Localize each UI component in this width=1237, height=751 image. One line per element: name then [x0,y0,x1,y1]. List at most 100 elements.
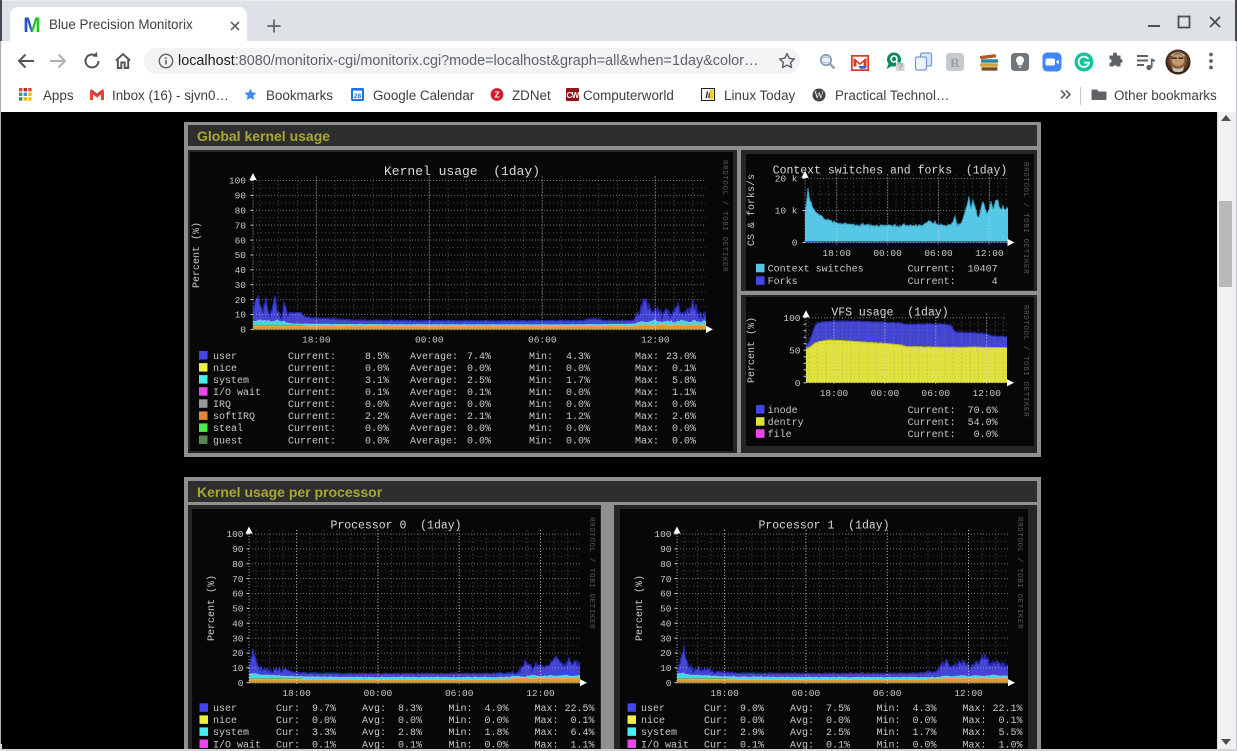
svg-text:0.0%: 0.0% [566,400,590,411]
svg-text:80: 80 [660,559,672,570]
svg-text:Min:: Min: [529,387,553,399]
svg-text:Max:: Max: [963,716,987,727]
svg-text:Max:: Max: [635,400,659,411]
svg-text:Max:: Max: [963,704,987,715]
svg-text:Current:: Current: [908,418,956,429]
svg-text:0.0%: 0.0% [566,424,590,435]
svg-text:80: 80 [235,206,247,217]
svg-text:Processor 0 (1day): Processor 0 (1day) [330,520,461,533]
svg-text:0.0%: 0.0% [467,400,491,411]
svg-text:Min:: Min: [529,375,553,387]
svg-text:2.6%: 2.6% [672,412,696,423]
svg-text:RRDTOOL / TOBI OETIKER: RRDTOOL / TOBI OETIKER [1015,517,1023,629]
svg-text:10407: 10407 [968,265,998,276]
svg-text:10: 10 [232,663,244,674]
svg-text:06:00: 06:00 [922,388,951,399]
svg-text:Current:: Current: [288,388,336,399]
svg-text:4.3%: 4.3% [566,352,590,363]
svg-text:RRDTOOL / TOBI OETIKER: RRDTOOL / TOBI OETIKER [1021,162,1029,274]
svg-text:Current:: Current: [288,400,336,411]
svg-text:0.1%: 0.1% [467,388,491,399]
svg-text:2.2%: 2.2% [365,412,389,423]
svg-text:Forks: Forks [768,276,798,288]
svg-text:30: 30 [235,280,247,291]
svg-text:Min:: Min: [449,727,473,739]
svg-text:70: 70 [232,574,244,585]
svg-text:Current:: Current: [908,430,956,441]
svg-text:steal: steal [213,423,243,435]
svg-text:0.1%: 0.1% [365,388,389,399]
svg-text:Min:: Min: [449,715,473,727]
svg-text:40: 40 [660,618,672,629]
svg-text:RRDTOOL / TOBI OETIKER: RRDTOOL / TOBI OETIKER [720,160,728,272]
svg-text:inode: inode [768,405,798,417]
svg-text:Avg:: Avg: [362,704,386,715]
svg-text:90: 90 [660,544,672,555]
svg-text:Current:: Current: [908,406,956,417]
svg-text:softIRQ: softIRQ [213,411,255,423]
svg-text:user: user [641,704,665,715]
svg-text:0.0%: 0.0% [672,400,696,411]
svg-text:4.3%: 4.3% [912,704,936,715]
svg-text:Min:: Min: [877,703,901,715]
svg-text:0: 0 [238,678,244,689]
svg-text:Average:: Average: [410,412,458,423]
svg-text:18:00: 18:00 [282,688,311,699]
svg-text:Min:: Min: [529,435,553,447]
svg-text:Avg:: Avg: [362,716,386,727]
svg-text:Max:: Max: [535,704,559,715]
svg-text:Max:: Max: [635,352,659,363]
svg-text:I/O wait: I/O wait [213,387,261,399]
svg-text:90: 90 [235,191,247,202]
svg-text:Processor 1 (1day): Processor 1 (1day) [758,520,889,533]
svg-text:1.7%: 1.7% [566,376,590,387]
svg-text:30: 30 [660,633,672,644]
svg-text:Cur:: Cur: [704,716,728,727]
svg-text:Current:: Current: [288,436,336,447]
svg-text:0.0%: 0.0% [467,424,491,435]
svg-text:Min:: Min: [529,411,553,423]
svg-text:100: 100 [783,313,800,324]
svg-text:28: 28 [354,93,362,100]
svg-text:00:00: 00:00 [792,688,821,699]
svg-text:Cur:: Cur: [276,716,300,727]
svg-text:Avg:: Avg: [790,728,814,739]
svg-text:Current:: Current: [288,376,336,387]
svg-text:100: 100 [229,176,246,187]
svg-text:40: 40 [235,265,247,276]
svg-text:3.3%: 3.3% [312,728,336,739]
svg-text:20: 20 [235,295,247,306]
svg-text:1.8%: 1.8% [484,728,508,739]
svg-text:Average:: Average: [410,376,458,387]
svg-text:Average:: Average: [410,424,458,435]
svg-text:Min:: Min: [529,423,553,435]
svg-text:Cur:: Cur: [276,728,300,739]
svg-text:Percent (%): Percent (%) [206,575,218,641]
svg-text:12:00: 12:00 [641,335,670,346]
svg-text:dentry: dentry [768,417,804,429]
svg-text:Avg:: Avg: [790,704,814,715]
svg-text:9.0%: 9.0% [740,704,764,715]
svg-text:0.0%: 0.0% [467,436,491,447]
svg-text:system: system [213,728,249,739]
svg-text:10: 10 [660,663,672,674]
svg-text:Min:: Min: [449,703,473,715]
svg-text:system: system [641,728,677,739]
svg-text:file: file [768,429,792,441]
svg-text:user: user [213,704,237,715]
svg-text:0.1%: 0.1% [998,716,1022,727]
svg-text:W: W [814,91,824,102]
svg-text:0: 0 [795,378,801,389]
svg-text:Percent (%): Percent (%) [634,575,646,641]
svg-text:R: R [950,55,960,70]
svg-text:0: 0 [792,238,798,249]
svg-text:9.7%: 9.7% [312,704,336,715]
svg-text:Min:: Min: [529,399,553,411]
svg-text:00:00: 00:00 [415,335,444,346]
svg-text:0.0%: 0.0% [566,388,590,399]
svg-text:0.0%: 0.0% [566,436,590,447]
svg-text:RRDTOOL / TOBI OETIKER: RRDTOOL / TOBI OETIKER [587,517,595,629]
svg-text:Current:: Current: [288,352,336,363]
svg-text:M: M [23,14,41,34]
svg-text:Max:: Max: [963,728,987,739]
